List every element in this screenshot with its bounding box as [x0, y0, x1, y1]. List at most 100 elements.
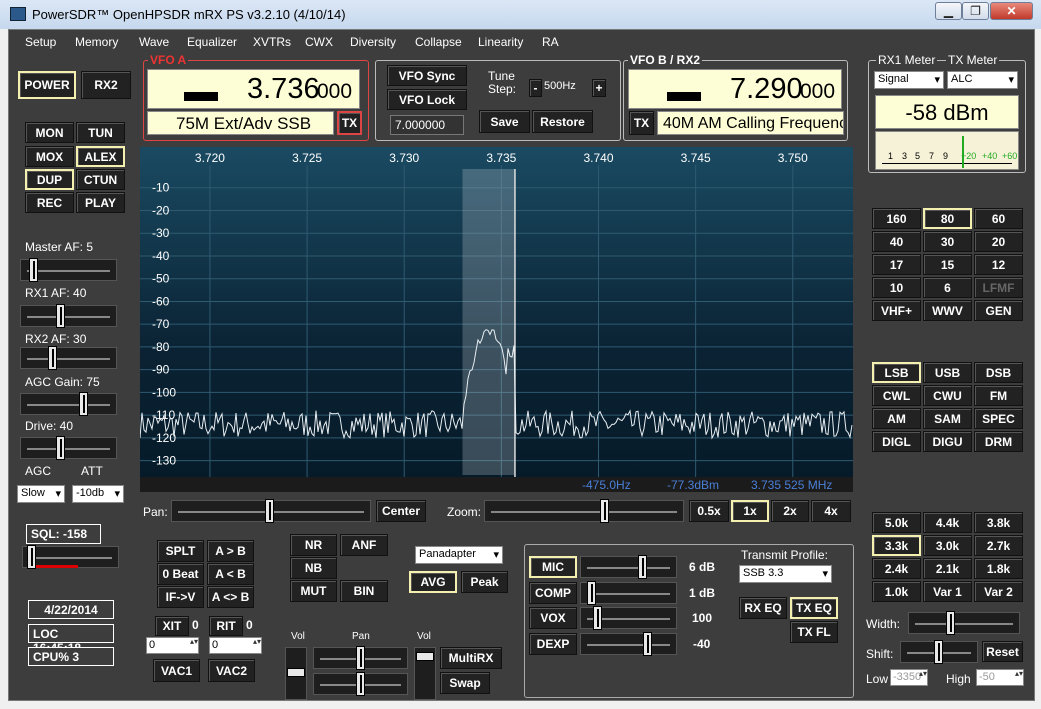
menu-collapse[interactable]: Collapse [415, 35, 462, 49]
master-af-slider[interactable] [20, 258, 117, 282]
mode-lsb-button[interactable]: LSB [872, 362, 921, 383]
slider-thumb[interactable] [356, 646, 365, 670]
rx2-vol-slider[interactable] [414, 647, 436, 700]
filter-var-2-button[interactable]: Var 2 [974, 581, 1023, 602]
tun-button[interactable]: TUN [76, 122, 125, 143]
vfo-b-tx-button[interactable]: TX [629, 111, 654, 135]
close-button[interactable]: ✕ [990, 2, 1033, 20]
band-6-button[interactable]: 6 [923, 277, 972, 298]
vfo-sync-button[interactable]: VFO Sync [387, 65, 467, 86]
band-wwv-button[interactable]: WWV [923, 300, 972, 321]
filter-3.3k-button[interactable]: 3.3k [872, 535, 921, 556]
filter-width-slider[interactable] [908, 611, 1020, 635]
slider-thumb[interactable] [56, 436, 65, 460]
menu-xvtrs[interactable]: XVTRs [253, 35, 291, 49]
vfo-b-frequency-display[interactable]: 7.290 000 [628, 69, 842, 109]
band-17-button[interactable]: 17 [872, 254, 921, 275]
slider-thumb[interactable] [946, 611, 955, 635]
power-button[interactable]: POWER [18, 71, 76, 99]
filter-2.4k-button[interactable]: 2.4k [872, 558, 921, 579]
multirx-button[interactable]: MultiRX [440, 647, 502, 669]
pan-slider[interactable] [171, 499, 371, 523]
band-12-button[interactable]: 12 [974, 254, 1023, 275]
zero-beat-button[interactable]: 0 Beat [157, 563, 204, 585]
dexp-slider[interactable] [580, 632, 677, 656]
mode-fm-button[interactable]: FM [974, 385, 1023, 406]
mode-digl-button[interactable]: DIGL [872, 431, 921, 452]
zoom-slider[interactable] [484, 499, 684, 523]
rx1-af-slider[interactable] [20, 304, 117, 328]
agc-gain-slider[interactable] [20, 392, 117, 416]
slider-thumb[interactable] [287, 668, 305, 677]
rx1-pan-slider[interactable] [313, 646, 408, 670]
slider-thumb[interactable] [356, 672, 365, 696]
agc-select[interactable]: Slow [17, 485, 65, 503]
rx-eq-button[interactable]: RX EQ [739, 597, 787, 619]
a-to-b-button[interactable]: A > B [207, 540, 254, 562]
tune-step-plus-button[interactable]: + [592, 79, 606, 97]
band-160-button[interactable]: 160 [872, 208, 921, 229]
zoom-2x-button[interactable]: 2x [771, 500, 809, 522]
comp-button[interactable]: COMP [529, 582, 577, 604]
filter-1.0k-button[interactable]: 1.0k [872, 581, 921, 602]
alex-button[interactable]: ALEX [76, 146, 125, 167]
filter-1.8k-button[interactable]: 1.8k [974, 558, 1023, 579]
slider-thumb[interactable] [934, 640, 943, 664]
mic-button[interactable]: MIC [529, 556, 577, 578]
mic-gain-slider[interactable] [580, 555, 677, 579]
tx-meter-select[interactable]: ALC [947, 71, 1018, 89]
rit-spinner[interactable]: 0 [209, 637, 262, 654]
tx-eq-button[interactable]: TX EQ [790, 597, 838, 619]
mode-cwu-button[interactable]: CWU [923, 385, 972, 406]
transmit-profile-select[interactable]: SSB 3.3 [739, 565, 832, 583]
mode-drm-button[interactable]: DRM [974, 431, 1023, 452]
mute-button[interactable]: MUT [290, 580, 337, 602]
mode-cwl-button[interactable]: CWL [872, 385, 921, 406]
band-lfmf-button[interactable]: LFMF [974, 277, 1023, 298]
zoom-4x-button[interactable]: 4x [811, 500, 851, 522]
slider-thumb[interactable] [638, 555, 647, 579]
att-select[interactable]: -10db [72, 485, 124, 503]
if-to-v-button[interactable]: IF->V [157, 586, 204, 608]
dexp-button[interactable]: DEXP [529, 633, 577, 655]
play-button[interactable]: PLAY [76, 192, 125, 213]
avg-button[interactable]: AVG [409, 571, 457, 593]
mode-sam-button[interactable]: SAM [923, 408, 972, 429]
vfo-a-frequency-display[interactable]: 3.736 000 [147, 69, 360, 109]
rx2-pan-slider[interactable] [313, 672, 408, 696]
zoom-1x-button[interactable]: 1x [731, 500, 769, 522]
band-15-button[interactable]: 15 [923, 254, 972, 275]
rx1-vol-slider[interactable] [285, 647, 307, 700]
band-gen-button[interactable]: GEN [974, 300, 1023, 321]
slider-thumb[interactable] [265, 499, 274, 523]
frequency-input[interactable]: 7.000000 [390, 115, 464, 135]
menu-equalizer[interactable]: Equalizer [187, 35, 237, 49]
menu-cwx[interactable]: CWX [305, 35, 333, 49]
mode-digu-button[interactable]: DIGU [923, 431, 972, 452]
filter-4.4k-button[interactable]: 4.4k [923, 512, 972, 533]
filter-shift-slider[interactable] [900, 640, 978, 664]
save-button[interactable]: Save [479, 110, 530, 133]
mode-usb-button[interactable]: USB [923, 362, 972, 383]
display-mode-select[interactable]: Panadapter [415, 546, 503, 564]
slider-thumb[interactable] [79, 392, 88, 416]
filter-var-1-button[interactable]: Var 1 [923, 581, 972, 602]
nb-button[interactable]: NB [290, 557, 337, 579]
filter-high-spinner[interactable]: -50 [976, 669, 1024, 686]
nr-button[interactable]: NR [290, 534, 337, 556]
band-80-button[interactable]: 80 [923, 208, 972, 229]
b-to-a-button[interactable]: A < B [207, 563, 254, 585]
vac1-button[interactable]: VAC1 [153, 659, 200, 682]
restore-button[interactable]: Restore [532, 110, 593, 133]
rx2-af-slider[interactable] [20, 346, 117, 370]
maximize-button[interactable]: ❐ [962, 2, 989, 20]
mox-button[interactable]: MOX [25, 146, 74, 167]
mode-dsb-button[interactable]: DSB [974, 362, 1023, 383]
rx2-button[interactable]: RX2 [81, 71, 131, 99]
xit-button[interactable]: XIT [155, 616, 189, 636]
drive-slider[interactable] [20, 436, 117, 460]
band-60-button[interactable]: 60 [974, 208, 1023, 229]
xit-spinner[interactable]: 0 [146, 637, 199, 654]
filter-2.1k-button[interactable]: 2.1k [923, 558, 972, 579]
slider-thumb[interactable] [416, 652, 434, 661]
